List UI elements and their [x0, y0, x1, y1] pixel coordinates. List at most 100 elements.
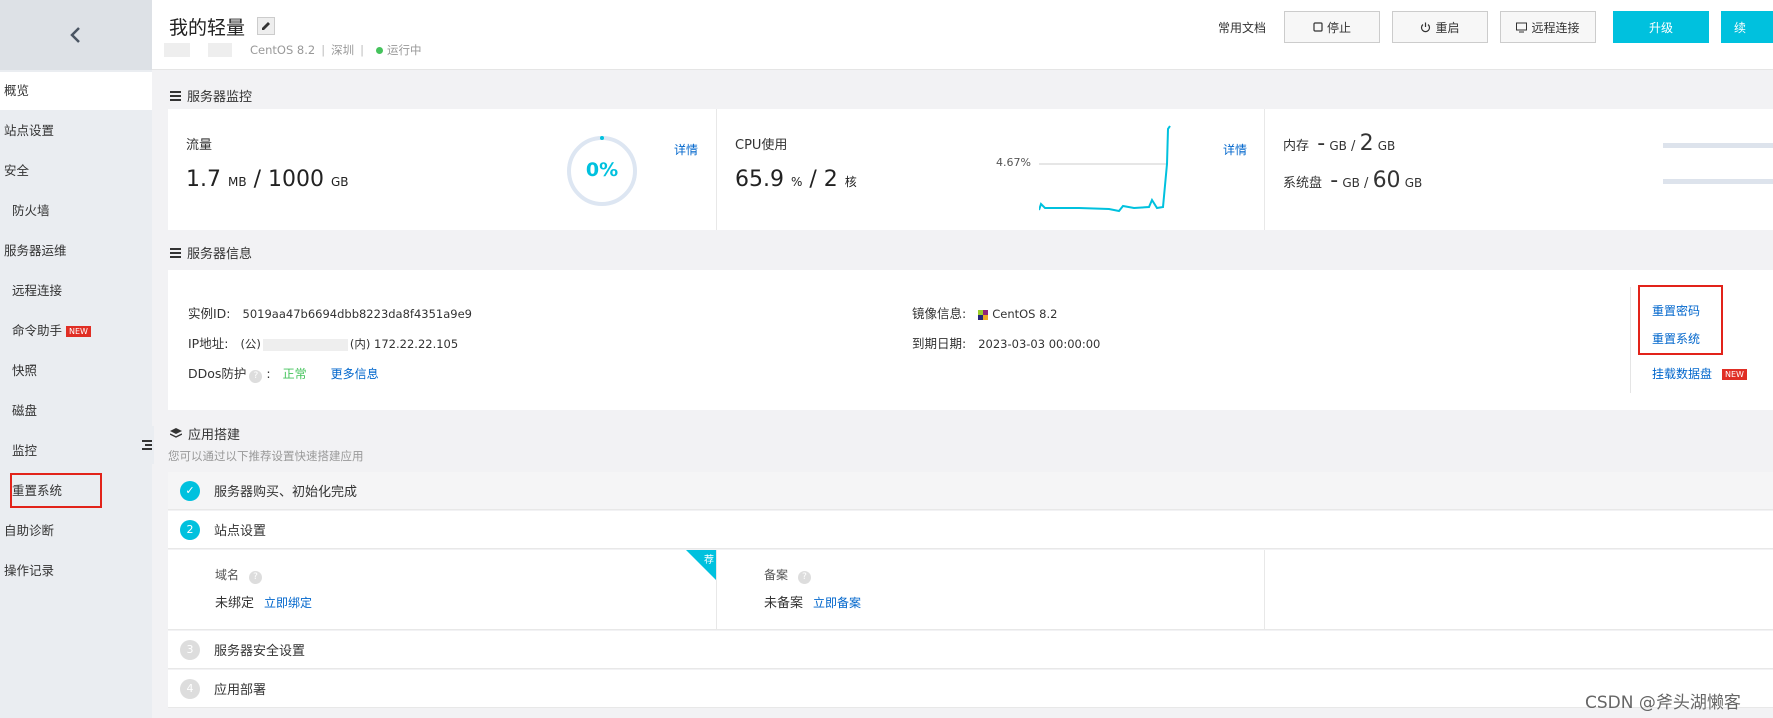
sidebar-item-disk[interactable]: 磁盘 [0, 392, 152, 430]
expire-row: 到期日期: 2023-03-03 00:00:00 [912, 336, 1101, 351]
sidebar-item-operation-log[interactable]: 操作记录 [0, 552, 152, 590]
server-subinfo: CentOS 8.2 | 深圳 | 运行中 [164, 42, 421, 58]
domain-status: 未绑定 立即绑定 [215, 596, 313, 611]
sidebar-item-label: 远程连接 [12, 283, 63, 298]
step-number: 3 [180, 639, 200, 660]
setup-step-4[interactable]: 4 应用部署 [168, 670, 1773, 708]
status-text: 运行中 [386, 43, 422, 57]
monitor-section-title: 服务器监控 [170, 86, 252, 105]
recommend-badge: 荐 [704, 555, 714, 566]
sidebar-item-self-diagnosis[interactable]: 自助诊断 [0, 512, 152, 550]
sidebar-item-label: 服务器运维 [4, 243, 67, 258]
step-number: 4 [180, 678, 200, 699]
new-badge: NEW [1722, 369, 1747, 380]
help-icon[interactable]: ? [249, 571, 263, 584]
icp-filing-link[interactable]: 立即备案 [813, 596, 861, 610]
header: 我的轻量 CentOS 8.2 | 深圳 | 运行中 常用文档 停止 重启 远程… [152, 0, 1773, 70]
info-panel: 实例ID: 5019aa47b6694dbb8223da8f4351a9e9 IP… [168, 270, 1773, 410]
step-label: 服务器购买、初始化完成 [214, 485, 358, 500]
mount-disk-link[interactable]: 挂载数据盘 NEW [1652, 365, 1747, 382]
image-value: CentOS 8.2 [978, 307, 1057, 321]
power-icon [1421, 22, 1431, 32]
step-label: 站点设置 [214, 524, 267, 539]
page-title: 我的轻量 [169, 17, 246, 39]
memory-bar [1663, 143, 1773, 148]
setup-step-2[interactable]: 2 站点设置 [168, 511, 1773, 549]
restart-button[interactable]: 重启 [1392, 11, 1488, 43]
sidebar-item-overview[interactable]: 概览 [0, 72, 152, 110]
sidebar-item-server-ops[interactable]: 服务器运维 [0, 232, 152, 270]
disk-row: 系统盘 - GB / 60 GB [1283, 168, 1423, 193]
renew-button[interactable]: 续 [1721, 11, 1773, 43]
reset-password-link[interactable]: 重置密码 [1652, 302, 1700, 319]
setup-step-1[interactable]: ✓ 服务器购买、初始化完成 [168, 472, 1773, 510]
list-icon [170, 90, 181, 101]
apps-section-title: 应用搭建 [170, 424, 240, 443]
cpu-card: CPU使用 65.9 % / 2 核 4.67% 详情 [716, 109, 1264, 230]
sidebar-item-label: 命令助手 [12, 323, 63, 338]
watermark: CSDN @斧头湖懒客 [1585, 693, 1741, 713]
traffic-detail-link[interactable]: 详情 [674, 141, 698, 158]
bind-domain-link[interactable]: 立即绑定 [264, 596, 312, 610]
setup-step-3[interactable]: 3 服务器安全设置 [168, 631, 1773, 669]
memory-row: 内存 - GB / 2 GB [1283, 131, 1396, 156]
sidebar-collapse-toggle[interactable] [140, 426, 154, 464]
remote-connect-button[interactable]: 远程连接 [1500, 11, 1596, 43]
cpu-sparkline [1039, 125, 1171, 213]
ddos-more-link[interactable]: 更多信息 [331, 367, 379, 381]
sidebar-item-label: 安全 [4, 163, 30, 178]
docs-link[interactable]: 常用文档 [1218, 19, 1266, 36]
monitor-icon [1516, 22, 1528, 32]
sidebar-item-snapshot[interactable]: 快照 [0, 352, 152, 390]
cpu-label: CPU使用 [735, 138, 788, 153]
icp-card: 备案? 未备案 立即备案 [716, 550, 1264, 630]
sidebar-item-remote[interactable]: 远程连接 [0, 272, 152, 310]
sidebar-item-command-assistant[interactable]: 命令助手 NEW [0, 312, 152, 350]
expire-value: 2023-03-03 00:00:00 [978, 337, 1101, 351]
icp-status: 未备案 立即备案 [764, 596, 862, 611]
help-icon[interactable]: ? [798, 571, 812, 584]
centos-icon [978, 309, 989, 320]
sidebar-item-label: 概览 [4, 83, 30, 98]
domain-card: 域名? 未绑定 立即绑定 荐 [168, 550, 716, 630]
sidebar-item-site-settings[interactable]: 站点设置 [0, 112, 152, 150]
sidebar-item-security[interactable]: 安全 [0, 152, 152, 190]
check-icon: ✓ [180, 480, 200, 501]
os-label: CentOS 8.2 [250, 43, 316, 57]
region-label: 深圳 [331, 43, 355, 57]
upgrade-label: 升级 [1648, 20, 1673, 35]
step-number: 2 [180, 519, 200, 540]
sidebar-item-monitor[interactable]: 监控 [0, 432, 152, 470]
sidebar-item-label: 磁盘 [12, 403, 38, 418]
collapse-icon [142, 440, 152, 450]
stop-icon [1313, 22, 1323, 32]
chevron-left-icon [70, 27, 80, 43]
divider [1630, 287, 1631, 393]
edit-icon[interactable] [257, 17, 275, 35]
sidebar-item-label: 站点设置 [4, 123, 55, 138]
redacted-mask [262, 338, 348, 351]
upgrade-button[interactable]: 升级 [1613, 11, 1709, 43]
sidebar-item-firewall[interactable]: 防火墙 [0, 192, 152, 230]
domain-label: 域名? [215, 566, 263, 584]
restart-label: 重启 [1435, 20, 1460, 35]
sidebar-item-label: 快照 [12, 363, 38, 378]
reset-system-link[interactable]: 重置系统 [1652, 330, 1700, 347]
resource-card: 内存 - GB / 2 GB 系统盘 - GB / 60 GB [1264, 109, 1773, 230]
sidebar: 概览 站点设置 安全 防火墙 服务器运维 远程连接 命令助手 NEW 快照 磁盘 … [0, 0, 152, 718]
monitor-panel: 流量 1.7 MB / 1000 GB 0% 详情 CPU使用 65.9 % /… [168, 109, 1773, 230]
cpu-peak-label: 4.67% [996, 156, 1031, 169]
apps-description: 您可以通过以下推荐设置快速搭建应用 [168, 449, 364, 463]
help-icon[interactable]: ? [249, 370, 263, 383]
cpu-detail-link[interactable]: 详情 [1223, 141, 1247, 158]
renew-label: 续 [1734, 20, 1747, 35]
empty-card [1264, 550, 1773, 630]
redacted-mask [164, 43, 190, 57]
ip-row: IP地址: (公) (内) 172.22.22.105 [188, 336, 459, 351]
stop-button[interactable]: 停止 [1284, 11, 1380, 43]
traffic-label: 流量 [186, 138, 213, 153]
traffic-percent: 0% [585, 159, 619, 181]
new-badge: NEW [66, 326, 91, 337]
back-button[interactable] [0, 0, 152, 70]
step-label: 应用部署 [214, 683, 267, 698]
